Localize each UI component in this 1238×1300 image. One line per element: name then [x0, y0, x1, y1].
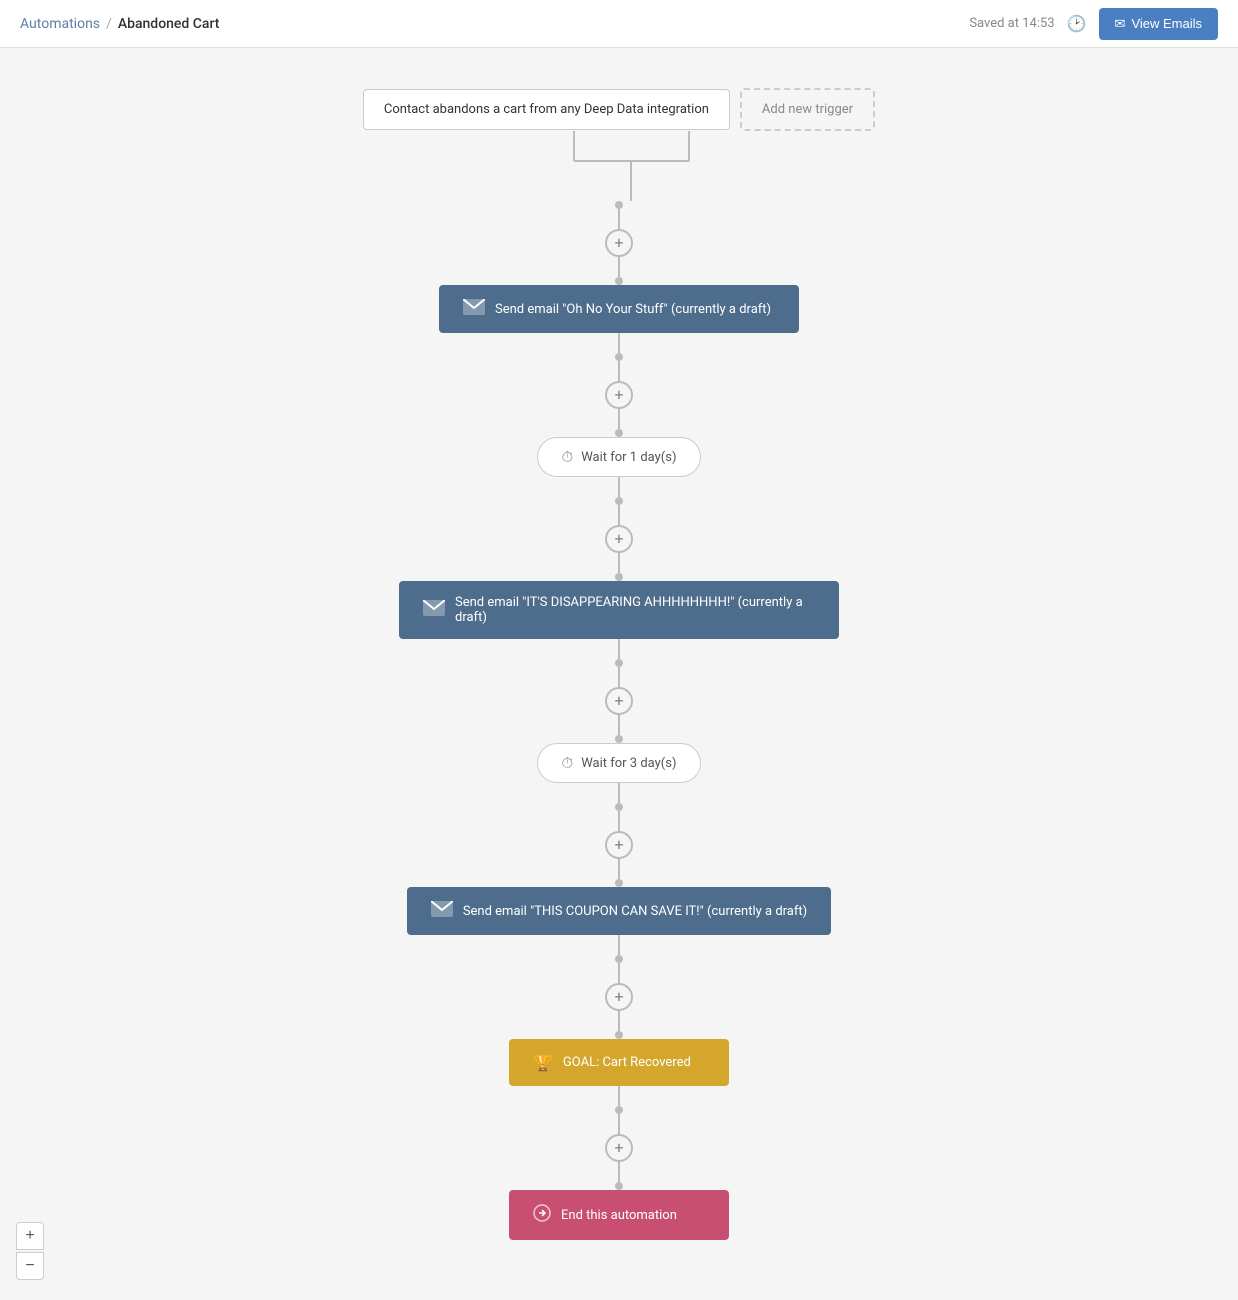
step-email-2[interactable]: Send email "IT'S DISAPPEARING AHHHHHHHH!…: [399, 581, 839, 639]
connector-dot: [615, 277, 623, 285]
connector-dot: [615, 497, 623, 505]
flow-container: Contact abandons a cart from any Deep Da…: [0, 48, 1238, 1300]
add-step-button-6[interactable]: +: [605, 983, 633, 1011]
line-v: [618, 935, 620, 955]
line-v: [618, 505, 620, 525]
connector-dot: [615, 201, 623, 209]
wait-2-label: Wait for 3 day(s): [581, 756, 676, 771]
email-step-icon-3: [431, 901, 453, 921]
connector-dot: [615, 803, 623, 811]
connector-4: +: [605, 639, 633, 743]
breadcrumb-automations-link[interactable]: Automations: [20, 16, 100, 32]
merge-connector: [459, 131, 779, 201]
connector-2: +: [605, 333, 633, 437]
line-v: [618, 1011, 620, 1031]
step-email-3[interactable]: Send email "THIS COUPON CAN SAVE IT!" (c…: [407, 887, 831, 935]
view-emails-label: View Emails: [1131, 16, 1202, 31]
line-v: [618, 667, 620, 687]
connector-dot: [615, 955, 623, 963]
line-v: [618, 715, 620, 735]
connector-1: +: [605, 201, 633, 285]
line-v: [618, 553, 620, 573]
connector-dot: [615, 1106, 623, 1114]
connector-3: +: [605, 477, 633, 581]
connector-dot: [615, 879, 623, 887]
add-step-button-3[interactable]: +: [605, 525, 633, 553]
trophy-icon: 🏆: [533, 1053, 553, 1072]
line-v: [618, 963, 620, 983]
goal-label: GOAL: Cart Recovered: [563, 1055, 691, 1070]
wait-1-label: Wait for 1 day(s): [581, 450, 676, 465]
line-v: [618, 859, 620, 879]
line-v: [618, 1162, 620, 1182]
zoom-in-button[interactable]: +: [16, 1222, 44, 1250]
line-v: [618, 477, 620, 497]
add-step-button-1[interactable]: +: [605, 229, 633, 257]
connector-6: +: [605, 935, 633, 1039]
step-email-2-label: Send email "IT'S DISAPPEARING AHHHHHHHH!…: [455, 595, 815, 625]
step-goal[interactable]: 🏆 GOAL: Cart Recovered: [509, 1039, 729, 1086]
header-right: Saved at 14:53 🕑 ✉ View Emails: [969, 8, 1218, 40]
zoom-controls: + −: [16, 1222, 44, 1280]
end-label: End this automation: [561, 1208, 677, 1223]
line-v: [618, 783, 620, 803]
email-icon-btn: ✉: [1115, 16, 1126, 32]
view-emails-button[interactable]: ✉ View Emails: [1099, 8, 1218, 40]
step-email-1-label: Send email "Oh No Your Stuff" (currently…: [495, 302, 771, 317]
connector-dot: [615, 735, 623, 743]
breadcrumb-separator: /: [106, 16, 112, 32]
step-email-1[interactable]: Send email "Oh No Your Stuff" (currently…: [439, 285, 799, 333]
breadcrumb-current: Abandoned Cart: [118, 16, 220, 32]
step-email-3-label: Send email "THIS COUPON CAN SAVE IT!" (c…: [463, 904, 807, 919]
line-v: [618, 811, 620, 831]
add-step-button-5[interactable]: +: [605, 831, 633, 859]
clock-icon-2: ⏱: [562, 754, 574, 772]
line-v: [618, 1114, 620, 1134]
add-step-button-4[interactable]: +: [605, 687, 633, 715]
clock-icon-1: ⏱: [562, 448, 574, 466]
connector-7: +: [605, 1086, 633, 1190]
line-v: [618, 257, 620, 277]
step-wait-1[interactable]: ⏱ Wait for 1 day(s): [537, 437, 702, 477]
add-trigger-box[interactable]: Add new trigger: [740, 88, 875, 131]
connector-dot: [615, 1182, 623, 1190]
line-v: [618, 333, 620, 353]
line-v: [618, 409, 620, 429]
connector-dot: [615, 353, 623, 361]
add-step-button-2[interactable]: +: [605, 381, 633, 409]
connector-dot: [615, 429, 623, 437]
trigger-box-1[interactable]: Contact abandons a cart from any Deep Da…: [363, 89, 730, 130]
header: Automations / Abandoned Cart Saved at 14…: [0, 0, 1238, 48]
line-v: [618, 361, 620, 381]
connector-dot: [615, 1031, 623, 1039]
line-v: [618, 639, 620, 659]
step-end[interactable]: End this automation: [509, 1190, 729, 1240]
line-v: [618, 1086, 620, 1106]
connector-dot: [615, 659, 623, 667]
email-step-icon-2: [423, 600, 445, 620]
connector-5: +: [605, 783, 633, 887]
step-wait-2[interactable]: ⏱ Wait for 3 day(s): [537, 743, 702, 783]
end-automation-icon: [533, 1204, 551, 1226]
connector-dot: [615, 573, 623, 581]
add-step-button-7[interactable]: +: [605, 1134, 633, 1162]
email-step-icon-1: [463, 299, 485, 319]
trigger-row: Contact abandons a cart from any Deep Da…: [363, 88, 875, 131]
automation-canvas: Contact abandons a cart from any Deep Da…: [0, 48, 1238, 1300]
history-icon[interactable]: 🕑: [1067, 14, 1087, 33]
breadcrumb: Automations / Abandoned Cart: [20, 16, 219, 32]
saved-status: Saved at 14:53: [969, 16, 1054, 31]
line-v: [618, 209, 620, 229]
zoom-out-button[interactable]: −: [16, 1252, 44, 1280]
